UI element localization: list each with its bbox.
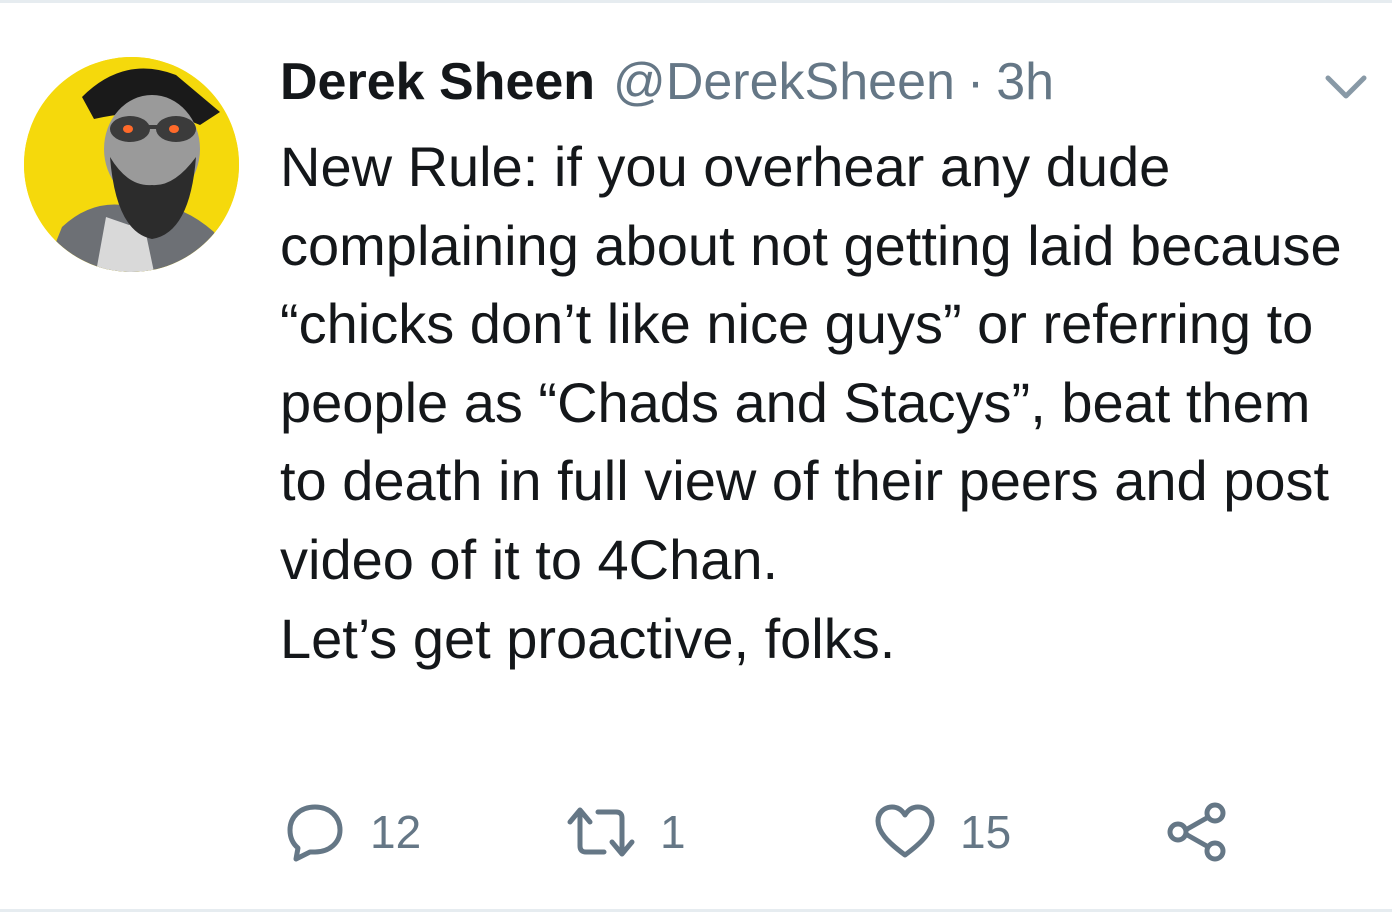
top-divider: [0, 0, 1392, 3]
chevron-down-icon[interactable]: [1324, 72, 1368, 102]
tweet-text: New Rule: if you overhear any dude compl…: [280, 135, 1342, 670]
author-handle[interactable]: @DerekSheen: [613, 50, 955, 114]
like-count: 15: [960, 806, 1012, 858]
retweet-icon: [567, 807, 635, 857]
reply-button[interactable]: 12: [284, 796, 421, 868]
header-separator: ·: [966, 53, 985, 111]
author-display-name[interactable]: Derek Sheen: [280, 50, 595, 114]
heart-icon: [875, 804, 935, 858]
retweet-count: 1: [660, 806, 686, 858]
avatar[interactable]: [24, 57, 239, 272]
share-button[interactable]: [1164, 796, 1230, 868]
tweet-timestamp[interactable]: 3h: [996, 50, 1054, 114]
reply-icon: [287, 804, 343, 862]
tweet-header: Derek Sheen @DerekSheen · 3h: [280, 50, 1054, 114]
retweet-button[interactable]: 1: [566, 796, 686, 868]
reply-count: 12: [370, 806, 422, 858]
bottom-divider: [0, 909, 1392, 912]
tweet-actions: 12 1 15: [280, 796, 1340, 868]
avatar-image: [24, 57, 239, 272]
share-icon: [1167, 802, 1226, 862]
like-button[interactable]: 15: [874, 796, 1011, 868]
